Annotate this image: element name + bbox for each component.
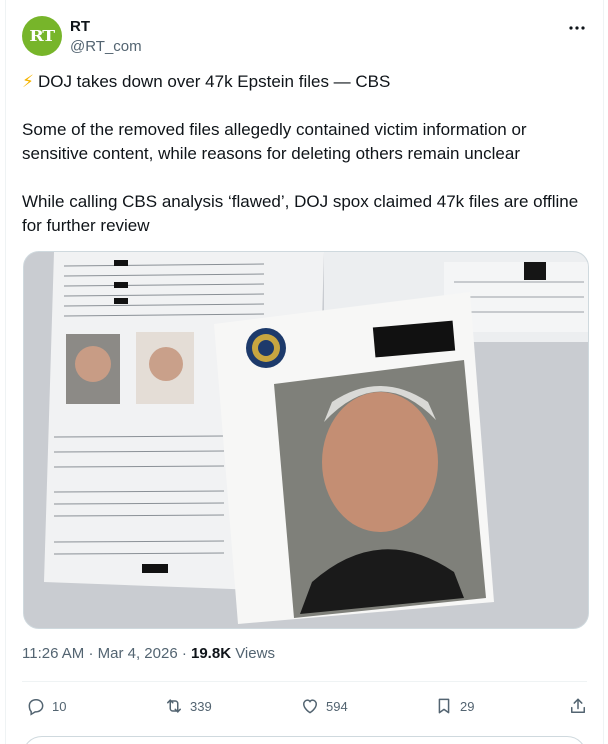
tweet-paragraph-1: Some of the removed files allegedly cont… xyxy=(22,120,527,163)
tweet-text: ⚡ DOJ takes down over 47k Epstein files —… xyxy=(22,70,592,262)
headline-text: DOJ takes down over 47k Epstein files — … xyxy=(37,72,391,91)
bookmark-icon xyxy=(438,698,450,714)
tweet-meta: 11:26 AM · Mar 4, 2026 · 19.8K Views xyxy=(22,645,275,662)
separator-dot: · xyxy=(181,645,191,662)
action-bar: 10 339 594 29 xyxy=(22,688,587,724)
views-label: Views xyxy=(235,645,275,662)
author-name[interactable]: RT xyxy=(70,18,90,35)
divider xyxy=(22,681,587,682)
repost-button[interactable]: 339 xyxy=(164,688,212,724)
reply-input-box[interactable] xyxy=(22,736,587,744)
reply-button[interactable]: 10 xyxy=(26,688,66,724)
avatar-logo-text: RT xyxy=(29,27,56,45)
separator-dot: · xyxy=(88,645,98,662)
repost-icon xyxy=(167,699,181,713)
tweet-time[interactable]: 11:26 AM xyxy=(22,645,84,662)
repost-count: 339 xyxy=(190,698,212,714)
tweet-card: RT RT @RT_com ⚡ DOJ takes down over 47k E… xyxy=(5,0,604,744)
share-button[interactable] xyxy=(568,688,594,724)
more-options-button[interactable] xyxy=(567,18,587,38)
tweet-header: RT RT @RT_com xyxy=(22,16,587,60)
heart-icon xyxy=(302,699,318,714)
bookmark-count: 29 xyxy=(460,698,475,714)
avatar[interactable]: RT xyxy=(22,16,62,56)
author-handle[interactable]: @RT_com xyxy=(70,38,142,55)
reply-count: 10 xyxy=(52,698,67,714)
reply-icon xyxy=(28,699,44,716)
more-icon xyxy=(569,26,585,30)
tweet-paragraph-2: While calling CBS analysis ‘flawed’, DOJ… xyxy=(22,192,579,235)
lightning-icon: ⚡ xyxy=(22,72,34,91)
views-count: 19.8K xyxy=(191,645,232,662)
bookmark-button[interactable]: 29 xyxy=(434,688,474,724)
tweet-image[interactable] xyxy=(23,251,589,629)
tweet-headline: ⚡ DOJ takes down over 47k Epstein files —… xyxy=(22,70,592,94)
like-count: 594 xyxy=(326,698,348,714)
share-icon xyxy=(571,698,585,713)
tweet-date[interactable]: Mar 4, 2026 xyxy=(98,645,178,662)
photo-illustration xyxy=(24,252,588,628)
like-button[interactable]: 594 xyxy=(300,688,348,724)
